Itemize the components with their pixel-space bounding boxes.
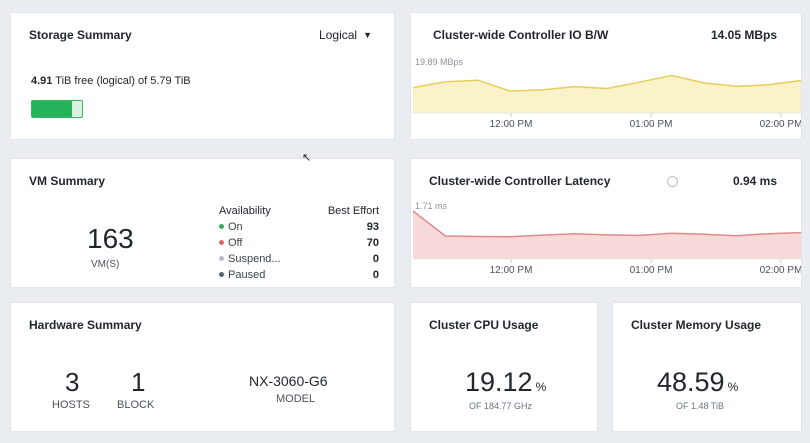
vm-status-count: 93	[366, 221, 379, 233]
io-bandwidth-chart[interactable]: 19.89 MBps 12:00 PM 01:00 PM 02:00 PM	[411, 13, 802, 140]
vm-status-label: Off	[228, 237, 243, 249]
vm-status-row-partial	[219, 285, 379, 287]
hosts-count: 3	[65, 367, 80, 397]
latency-panel[interactable]: Cluster-wide Controller Latency 0.94 ms …	[410, 158, 802, 288]
storage-usage-bar	[31, 100, 83, 118]
chart-tick-label: 01:00 PM	[630, 265, 673, 276]
chart-tick-label: 02:00 PM	[760, 265, 802, 276]
memory-usage-title: Cluster Memory Usage	[631, 318, 762, 332]
status-dot-icon	[219, 272, 224, 277]
chart-tick-label: 12:00 PM	[490, 265, 533, 276]
chart-peak-label: 1.71 ms	[415, 201, 448, 211]
vm-status-row[interactable]: Off 70	[219, 237, 379, 253]
chart-tick-label: 12:00 PM	[490, 119, 533, 130]
blocks-label: BLOCK	[117, 399, 155, 411]
vm-summary-title: VM Summary	[29, 174, 106, 188]
hosts-label: HOSTS	[52, 399, 90, 411]
blocks-count: 1	[131, 367, 146, 397]
vm-status-row[interactable]: On 93	[219, 221, 379, 237]
vm-status-label: On	[228, 221, 243, 233]
io-bandwidth-panel[interactable]: Cluster-wide Controller IO B/W 14.05 MBp…	[410, 12, 802, 140]
storage-free-text: 4.91 TiB free (logical) of 5.79 TiB	[31, 75, 191, 87]
best-effort-header[interactable]: Best Effort	[328, 205, 379, 217]
storage-summary-panel: Storage Summary Logical ▼ 4.91 TiB free (…	[10, 12, 395, 140]
cpu-usage-unit: %	[535, 380, 547, 394]
storage-view-select-value: Logical	[319, 28, 358, 42]
model-label: MODEL	[276, 393, 316, 405]
memory-usage-unit: %	[727, 380, 739, 394]
model-value: NX-3060-G6	[249, 373, 328, 389]
availability-header[interactable]: Availability	[219, 205, 271, 217]
vm-status-label: Suspend...	[228, 253, 281, 265]
vm-status-table: Availability Best Effort On 93 Off 70 Su…	[219, 205, 379, 287]
chevron-down-icon: ▼	[363, 30, 372, 40]
cpu-usage-value-wrap: 19.12%	[465, 367, 546, 398]
memory-usage-value: 48.59	[657, 367, 725, 397]
vm-count-label: VM(S)	[91, 259, 120, 270]
memory-usage-value-wrap: 48.59%	[657, 367, 738, 398]
vm-status-label: Paused	[228, 269, 266, 281]
chart-peak-label: 19.89 MBps	[415, 57, 464, 67]
chart-tick-label: 01:00 PM	[630, 119, 673, 130]
status-dot-icon	[219, 224, 224, 229]
latency-chart[interactable]: 1.71 ms 12:00 PM 01:00 PM 02:00 PM	[411, 159, 802, 288]
mouse-cursor-icon: ↖	[302, 152, 312, 164]
storage-summary-title: Storage Summary	[29, 28, 132, 42]
storage-free-value: 4.91	[31, 75, 53, 87]
cpu-usage-value: 19.12	[465, 367, 533, 397]
storage-free-rest: TiB free (logical) of 5.79 TiB	[55, 75, 191, 87]
cpu-usage-panel[interactable]: Cluster CPU Usage 19.12% OF 184.77 GHz	[410, 302, 598, 432]
vm-status-row[interactable]: Paused 0	[219, 269, 379, 285]
vm-status-row[interactable]: Suspend... 0	[219, 253, 379, 269]
cpu-usage-capacity: OF 184.77 GHz	[469, 401, 533, 411]
vm-summary-panel: VM Summary 163 VM(S) Availability Best E…	[10, 158, 395, 288]
status-dot-icon	[219, 240, 224, 245]
storage-view-select[interactable]: Logical ▼	[319, 28, 372, 42]
vm-status-count: 0	[372, 253, 379, 265]
hardware-summary-title: Hardware Summary	[29, 318, 142, 332]
vm-status-count: 70	[366, 237, 379, 249]
status-dot-icon	[219, 256, 224, 261]
cpu-usage-title: Cluster CPU Usage	[429, 318, 539, 332]
vm-status-count: 0	[372, 269, 379, 281]
vm-count: 163	[87, 223, 134, 254]
chart-series-line	[412, 210, 801, 238]
chart-tick-label: 02:00 PM	[760, 119, 802, 130]
storage-usage-bar-fill	[32, 101, 72, 117]
memory-usage-capacity: OF 1.48 TiB	[676, 401, 725, 411]
memory-usage-panel[interactable]: Cluster Memory Usage 48.59% OF 1.48 TiB	[612, 302, 802, 432]
vm-status-header: Availability Best Effort	[219, 205, 379, 221]
hardware-summary-panel: Hardware Summary 3 HOSTS 1 BLOCK NX-3060…	[10, 302, 395, 432]
